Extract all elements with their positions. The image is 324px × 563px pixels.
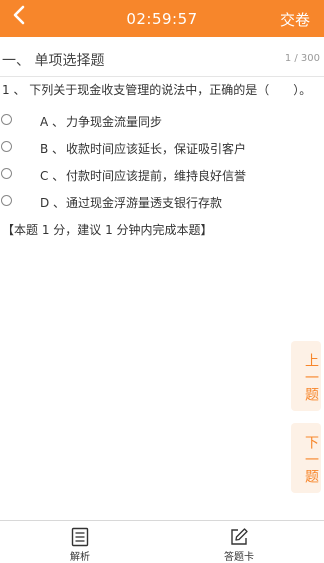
radio-button[interactable] <box>1 114 12 125</box>
option-text: 通过现金浮游量透支银行存款 <box>66 196 223 210</box>
option-letter: B 、 <box>40 142 65 156</box>
option-text: 收款时间应该延长，保证吸引客户 <box>66 142 247 156</box>
option-letter: A 、 <box>40 115 65 129</box>
document-list-icon <box>71 527 89 547</box>
tab-analysis[interactable]: 解析 <box>50 527 110 563</box>
section-title: 一、 单项选择题 <box>2 53 105 69</box>
option-b[interactable]: B 、 收款时间应该延长，保证吸引客户 <box>0 139 324 159</box>
tab-label: 解析 <box>70 552 90 563</box>
tab-label: 答题卡 <box>224 552 254 563</box>
score-hint: 【本题 1 分，建议 1 分钟内完成本题】 <box>2 223 213 237</box>
next-question-button[interactable]: 下一题 <box>291 423 321 493</box>
option-letter: D 、 <box>40 196 66 210</box>
option-c[interactable]: C 、 付款时间应该提前，维持良好信誉 <box>0 166 324 186</box>
option-d[interactable]: D 、 通过现金浮游量透支银行存款 <box>0 193 324 213</box>
prev-question-button[interactable]: 上一题 <box>291 341 321 411</box>
radio-button[interactable] <box>1 168 12 179</box>
bottom-bar: 解析 答题卡 <box>0 520 324 563</box>
divider <box>0 76 324 77</box>
option-text: 付款时间应该提前，维持良好信誉 <box>66 169 247 183</box>
top-bar: 02:59:57 交卷 <box>0 0 324 37</box>
section-header: 一、 单项选择题 1 / 300 <box>0 50 324 70</box>
tab-answer-card[interactable]: 答题卡 <box>209 527 269 563</box>
radio-button[interactable] <box>1 141 12 152</box>
question-text: 1 、 下列关于现金收支管理的说法中，正确的是（ ）。 <box>2 83 312 97</box>
option-text: 力争现金流量同步 <box>66 115 163 129</box>
question-counter: 1 / 300 <box>284 53 320 64</box>
radio-button[interactable] <box>1 195 12 206</box>
countdown-timer: 02:59:57 <box>126 10 198 28</box>
option-letter: C 、 <box>40 169 65 183</box>
edit-icon <box>231 528 248 545</box>
submit-button[interactable]: 交卷 <box>280 9 310 30</box>
option-a[interactable]: A 、 力争现金流量同步 <box>0 112 324 132</box>
